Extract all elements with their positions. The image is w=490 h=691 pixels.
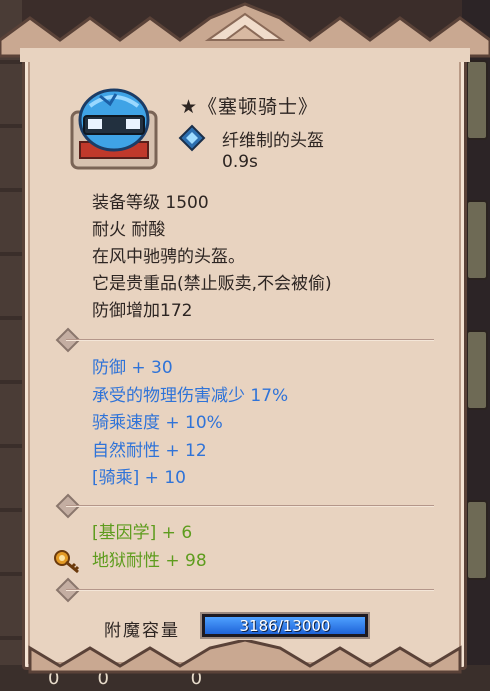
- section-divider: [66, 589, 434, 591]
- description-line: 在风中驰骋的头盔。: [92, 247, 245, 267]
- inventory-slot[interactable]: [466, 200, 488, 280]
- description-line: 它是贵重品(禁止贩卖,不会被偷): [92, 274, 332, 294]
- item-name: ★《塞顿骑士》: [180, 96, 319, 118]
- item-weight: 0.9s: [222, 152, 258, 172]
- stat-line: 骑乘速度 + 10%: [92, 413, 223, 433]
- section-divider: [66, 339, 434, 341]
- gene-stats-list: [基因学] + 6 地狱耐性 + 98: [92, 520, 207, 575]
- stat-line: [骑乘] + 10: [92, 468, 186, 488]
- key-icon: [54, 550, 80, 574]
- background-inventory-left: [0, 0, 22, 691]
- enchant-capacity-label: 附魔容量: [104, 621, 180, 641]
- inventory-slot[interactable]: [466, 60, 488, 140]
- stat-line: 地狱耐性 + 98: [92, 550, 207, 571]
- stat-line: [基因学] + 6: [92, 523, 193, 543]
- stat-line: 防御 + 30: [92, 358, 173, 378]
- description-line: 耐火 耐酸: [92, 220, 166, 240]
- description-line: 装备等级 1500: [92, 193, 209, 213]
- blue-helmet-icon: [70, 88, 158, 170]
- inventory-slot[interactable]: [466, 330, 488, 410]
- inventory-slot[interactable]: [466, 500, 488, 580]
- item-type: 纤维制的头盔: [222, 131, 324, 151]
- stat-line: 自然耐性 + 12: [92, 440, 207, 461]
- section-divider: [66, 505, 434, 507]
- enchant-capacity-bar: 3186/13000: [200, 612, 370, 639]
- description-line: 防御增加172: [92, 301, 193, 321]
- stat-line: 承受的物理伤害减少 17%: [92, 385, 289, 406]
- armor-type-diamond-icon: [178, 124, 206, 152]
- enchant-stats-list: 防御 + 30 承受的物理伤害减少 17% 骑乘速度 + 10% 自然耐性 + …: [92, 355, 288, 493]
- item-description: 装备等级 1500 耐火 耐酸 在风中驰骋的头盔。 它是贵重品(禁止贩卖,不会被…: [92, 190, 452, 325]
- enchant-capacity-value: 3186/13000: [239, 617, 331, 635]
